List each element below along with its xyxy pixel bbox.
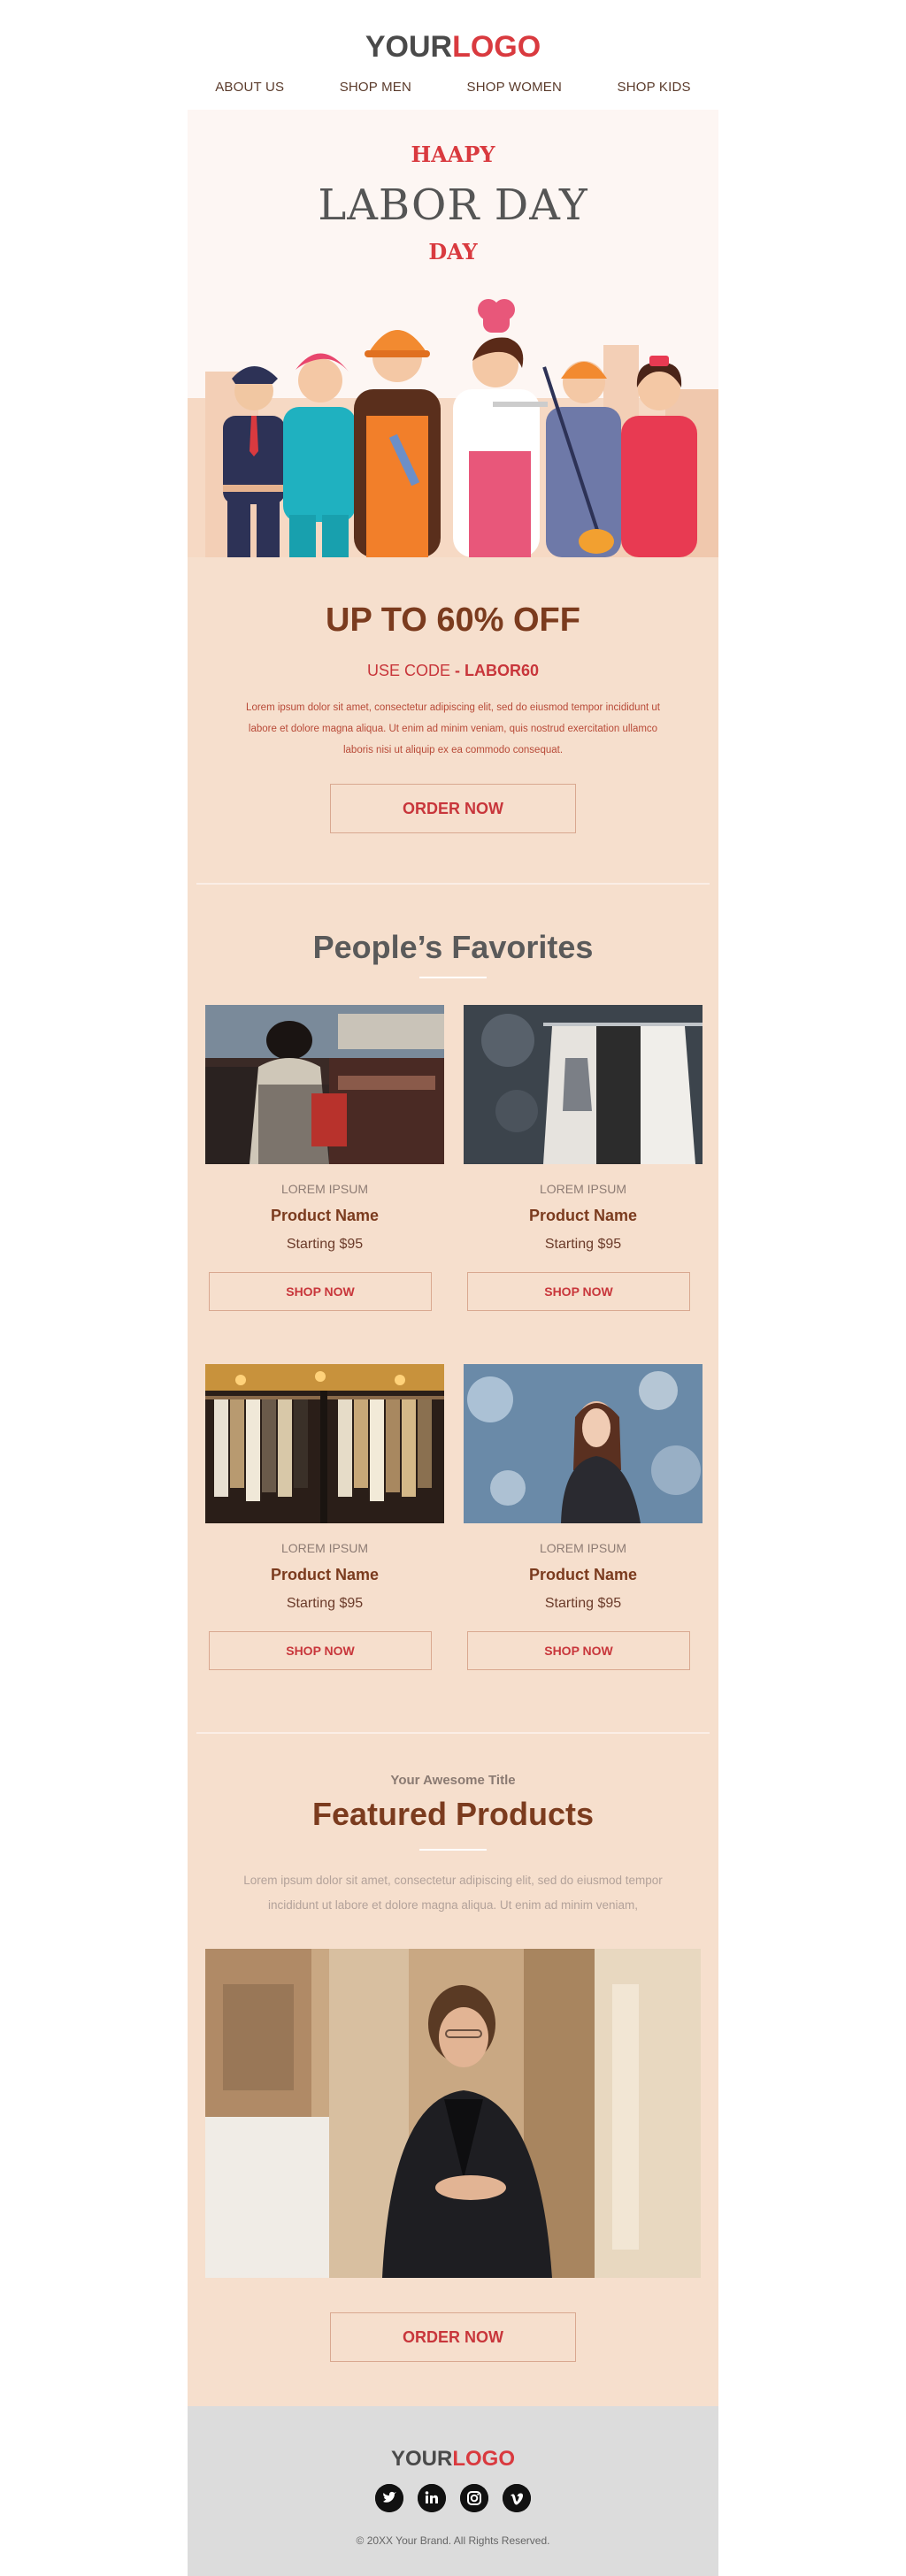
featured-image[interactable] (205, 1949, 701, 2278)
promo-code: USE CODE - LABOR60 (188, 662, 718, 680)
featured-body: Lorem ipsum dolor sit amet, consectetur … (243, 1874, 663, 1912)
featured-eyebrow: Your Awesome Title (390, 1773, 516, 1788)
product-price: Starting $95 (286, 1237, 364, 1252)
footer: YOURLOGO © 20XX Your Brand. All Rights R… (188, 2406, 718, 2576)
favorites-section: People’s Favorites LOREM IPSUM Product N… (188, 885, 718, 1734)
footer-logo[interactable]: YOURLOGO (188, 2447, 718, 2472)
offer-body: Lorem ipsum dolor sit amet, consectetur … (246, 702, 660, 755)
twitter-icon[interactable] (375, 2484, 403, 2512)
product-image[interactable] (205, 1364, 444, 1523)
logo-part-1: YOUR (365, 30, 453, 64)
order-now-button[interactable]: ORDER NOW (330, 2312, 576, 2362)
product-name[interactable]: Product Name (205, 1566, 444, 1584)
favorites-title: People’s Favorites (312, 929, 594, 965)
shop-now-button[interactable]: SHOP NOW (209, 1631, 432, 1670)
title-underline (419, 977, 487, 978)
logo-part-1: YOUR (390, 2447, 453, 2471)
social-links (375, 2484, 531, 2512)
hero-banner: HAAPY LABOR DAY DAY (188, 110, 718, 557)
order-now-button[interactable]: ORDER NOW (330, 784, 576, 833)
hero-title: LABOR DAY (318, 180, 588, 230)
product-category: LOREM IPSUM (539, 1541, 626, 1555)
instagram-icon[interactable] (460, 2484, 488, 2512)
promo-code-value: - LABOR60 (455, 662, 540, 679)
top-nav: ABOUT US SHOP MEN SHOP WOMEN SHOP KIDS (188, 80, 718, 95)
workers-illustration-icon (188, 299, 718, 557)
product-image[interactable] (464, 1364, 703, 1523)
promo-code-prefix: USE CODE (366, 662, 450, 679)
offer-section: UP TO 60% OFF USE CODE - LABOR60 Lorem i… (188, 557, 718, 885)
nav-about-us[interactable]: ABOUT US (215, 80, 284, 95)
featured-title: Featured Products (311, 1796, 595, 1832)
product-name[interactable]: Product Name (205, 1207, 444, 1225)
product-category: LOREM IPSUM (280, 1541, 368, 1555)
product-price: Starting $95 (544, 1237, 622, 1252)
vimeo-icon[interactable] (503, 2484, 531, 2512)
nav-shop-men[interactable]: SHOP MEN (340, 80, 411, 95)
product-name[interactable]: Product Name (464, 1207, 703, 1225)
hero-line-3: DAY (428, 239, 478, 264)
product-image[interactable] (464, 1005, 703, 1164)
product-category: LOREM IPSUM (280, 1182, 368, 1196)
featured-section: Your Awesome Title Featured Products Lor… (188, 1734, 718, 2406)
logo-part-2: LOGO (452, 30, 541, 64)
title-underline (419, 1849, 487, 1851)
product-category: LOREM IPSUM (539, 1182, 626, 1196)
nav-shop-women[interactable]: SHOP WOMEN (466, 80, 562, 95)
email-page: YOURLOGO ABOUT US SHOP MEN SHOP WOMEN SH… (0, 0, 906, 2576)
product-price: Starting $95 (544, 1596, 622, 1611)
product-name[interactable]: Product Name (464, 1566, 703, 1584)
copyright-text: © 20XX Your Brand. All Rights Reserved. (356, 2534, 550, 2547)
nav-shop-kids[interactable]: SHOP KIDS (618, 80, 691, 95)
hero-line-1: HAAPY (411, 142, 495, 167)
linkedin-icon[interactable] (418, 2484, 446, 2512)
product-image[interactable] (205, 1005, 444, 1164)
product-price: Starting $95 (286, 1596, 364, 1611)
shop-now-button[interactable]: SHOP NOW (467, 1272, 690, 1311)
offer-headline: UP TO 60% OFF (326, 602, 580, 639)
logo-part-2: LOGO (452, 2447, 515, 2471)
shop-now-button[interactable]: SHOP NOW (467, 1631, 690, 1670)
header-logo[interactable]: YOURLOGO (0, 30, 906, 65)
shop-now-button[interactable]: SHOP NOW (209, 1272, 432, 1311)
